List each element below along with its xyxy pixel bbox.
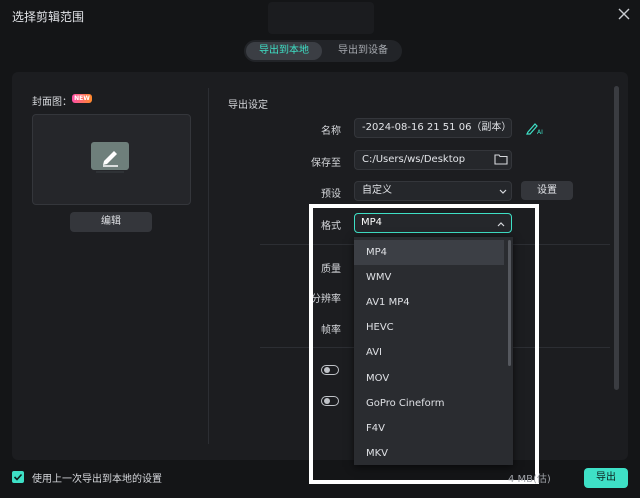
save-to-label: 保存至 xyxy=(311,158,341,169)
edit-cover-button[interactable]: 编辑 xyxy=(70,212,152,232)
tab-export-device[interactable]: 导出到设备 xyxy=(326,42,400,60)
new-badge: NEW xyxy=(72,94,92,103)
window-title: 选择剪辑范围 xyxy=(12,10,85,24)
highlight-frame xyxy=(309,204,539,484)
checkbox-icon[interactable] xyxy=(12,471,24,483)
preset-select[interactable]: 自定义 xyxy=(354,181,512,201)
name-label: 名称 xyxy=(321,126,341,137)
chevron-down-icon xyxy=(498,186,508,194)
panel-divider xyxy=(208,88,209,444)
cover-label: 封面图： xyxy=(32,97,72,108)
folder-icon[interactable] xyxy=(494,153,508,165)
preset-label: 预设 xyxy=(321,189,341,200)
preset-settings-button[interactable]: 设置 xyxy=(521,181,573,200)
estimated-size: 4 MB(估) xyxy=(508,474,551,485)
name-input[interactable]: -2024-08-16 21 51 06（副本） xyxy=(354,118,512,138)
export-tabs: 导出到本地 导出到设备 xyxy=(244,40,402,62)
section-title: 导出设定 xyxy=(228,100,268,111)
use-last-settings-label: 使用上一次导出到本地的设置 xyxy=(32,474,162,485)
save-path-input[interactable]: C:/Users/ws/Desktop xyxy=(354,150,512,170)
main-scrollbar[interactable] xyxy=(614,86,619,390)
close-icon[interactable] xyxy=(616,6,632,22)
preview-thumbnail xyxy=(268,2,374,34)
export-button[interactable]: 导出 xyxy=(584,468,628,488)
tab-export-local[interactable]: 导出到本地 xyxy=(246,42,322,60)
pencil-icon xyxy=(90,141,130,175)
svg-text:AI: AI xyxy=(537,129,543,136)
ai-pen-icon[interactable]: AI xyxy=(526,120,544,136)
